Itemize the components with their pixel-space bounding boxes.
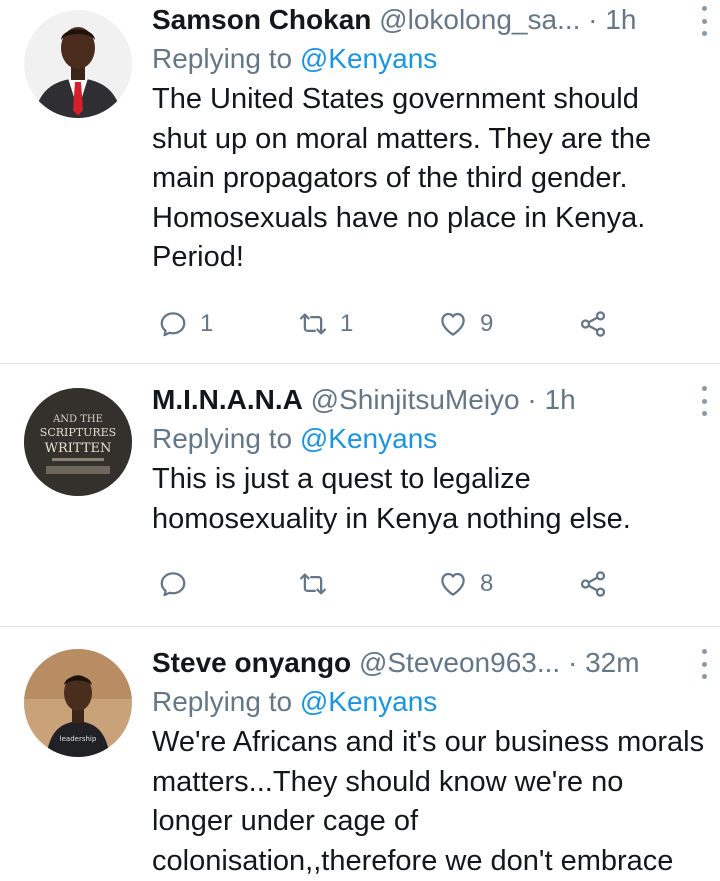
- replying-label: Replying to: [152, 43, 293, 74]
- mention-link[interactable]: @Kenyans: [300, 686, 437, 717]
- user-handle[interactable]: @ShinjitsuMeiyo: [311, 384, 520, 415]
- more-vertical-icon[interactable]: [692, 6, 716, 36]
- tweet-header: M.I.N.A.N.A @ShinjitsuMeiyo · 1h: [152, 380, 707, 420]
- retweet-count: 1: [340, 310, 354, 337]
- replying-label: Replying to: [152, 686, 293, 717]
- more-vertical-icon[interactable]: [692, 649, 716, 679]
- share-icon: [580, 311, 606, 337]
- mention-link[interactable]: @Kenyans: [300, 423, 437, 454]
- share-button[interactable]: [578, 304, 608, 344]
- tweet-card[interactable]: Samson Chokan @lokolong_sa... · 1h Reply…: [0, 0, 720, 364]
- user-handle[interactable]: @lokolong_sa...: [379, 4, 580, 35]
- retweet-button[interactable]: [298, 564, 340, 604]
- user-handle[interactable]: @Steveon963...: [359, 647, 560, 678]
- reply-count: 1: [200, 310, 214, 337]
- tweet-text: The United States government should shut…: [152, 83, 652, 273]
- timestamp[interactable]: 1h: [545, 384, 576, 415]
- reply-button[interactable]: [158, 564, 200, 604]
- reply-icon: [160, 572, 186, 597]
- avatar[interactable]: AND THE SCRIPTURES WRITTEN: [24, 388, 132, 496]
- reply-icon: [160, 312, 186, 337]
- tweet-card[interactable]: leadership Steve onyango @Steveon963... …: [0, 627, 720, 881]
- avatar-text: AND THE: [52, 414, 103, 425]
- separator-dot: ·: [527, 384, 537, 415]
- more-vertical-icon[interactable]: [692, 386, 716, 416]
- avatar[interactable]: leadership: [24, 649, 132, 757]
- action-bar: 1 1 9: [152, 304, 632, 344]
- share-icon: [580, 571, 606, 597]
- heart-icon: [441, 312, 465, 336]
- tweet-header: Samson Chokan @lokolong_sa... · 1h: [152, 0, 707, 40]
- replying-label: Replying to: [152, 423, 293, 454]
- retweet-button[interactable]: 1: [298, 304, 353, 344]
- avatar-text: SCRIPTURES: [40, 426, 116, 439]
- like-count: 9: [480, 310, 494, 337]
- like-button[interactable]: 8: [438, 564, 493, 604]
- separator-dot: ·: [567, 647, 578, 678]
- replying-to: Replying to @Kenyans: [152, 683, 680, 721]
- timestamp[interactable]: 32m: [585, 647, 639, 678]
- tweet-text: We're Africans and it's our business mor…: [152, 726, 705, 877]
- display-name[interactable]: Samson Chokan: [152, 4, 371, 35]
- timestamp[interactable]: 1h: [605, 4, 636, 35]
- share-button[interactable]: [578, 564, 608, 604]
- reply-button[interactable]: 1: [158, 304, 213, 344]
- avatar-text: WRITTEN: [45, 441, 112, 456]
- like-button[interactable]: 9: [438, 304, 493, 344]
- replying-to: Replying to @Kenyans: [152, 40, 680, 78]
- display-name[interactable]: Steve onyango: [152, 647, 351, 678]
- retweet-icon: [300, 573, 326, 595]
- avatar[interactable]: [24, 10, 132, 118]
- tweet-text: This is just a quest to legalize homosex…: [152, 463, 631, 535]
- tweet-header: Steve onyango @Steveon963... · 32m: [152, 643, 707, 683]
- heart-icon: [441, 572, 465, 596]
- replying-to: Replying to @Kenyans: [152, 420, 680, 458]
- svg-text:leadership: leadership: [60, 735, 97, 743]
- tweet-card[interactable]: AND THE SCRIPTURES WRITTEN M.I.N.A.N.A @…: [0, 364, 720, 627]
- like-count: 8: [480, 570, 494, 597]
- display-name[interactable]: M.I.N.A.N.A: [152, 384, 303, 415]
- retweet-icon: [300, 313, 326, 335]
- action-bar: 8: [152, 564, 632, 604]
- mention-link[interactable]: @Kenyans: [300, 43, 437, 74]
- separator-dot: ·: [588, 4, 598, 35]
